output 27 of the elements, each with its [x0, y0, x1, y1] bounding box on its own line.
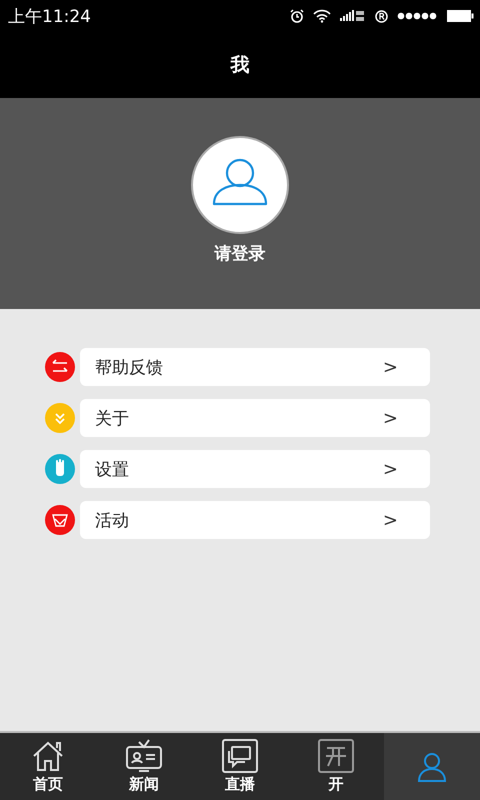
status-time: 上午11:24 — [8, 6, 91, 28]
signal-dots-icon — [397, 12, 437, 20]
signal-icon — [340, 9, 366, 23]
battery-icon — [446, 9, 474, 23]
tab[interactable]: 新闻 — [96, 733, 192, 800]
box-icon — [318, 739, 354, 773]
tab[interactable] — [384, 733, 480, 800]
page-title: 我 — [230, 53, 250, 78]
chevron-text: > — [382, 458, 398, 480]
tv-icon — [124, 739, 164, 773]
menu-item[interactable]: 设置 > — [80, 450, 430, 488]
tab[interactable]: 首页 — [0, 733, 96, 800]
menu-item[interactable]: 活动 > — [80, 501, 430, 539]
chevron-text: > — [382, 356, 398, 378]
chevron-text: > — [382, 510, 398, 530]
wifi-icon — [313, 9, 331, 23]
menu-item[interactable]: 帮助反馈 > — [80, 348, 430, 386]
login-link[interactable]: 请登录 — [214, 242, 266, 265]
registered-icon — [375, 10, 388, 22]
tab[interactable]: 直播 — [192, 733, 288, 800]
avatar-icon[interactable] — [191, 136, 289, 234]
chat-icon — [222, 739, 258, 773]
tab[interactable]: 开 — [288, 733, 384, 800]
house-icon — [31, 739, 65, 773]
chevron-text: > — [382, 408, 398, 428]
menu-item[interactable]: 关于 > — [80, 399, 430, 437]
alarm-icon — [290, 9, 304, 23]
